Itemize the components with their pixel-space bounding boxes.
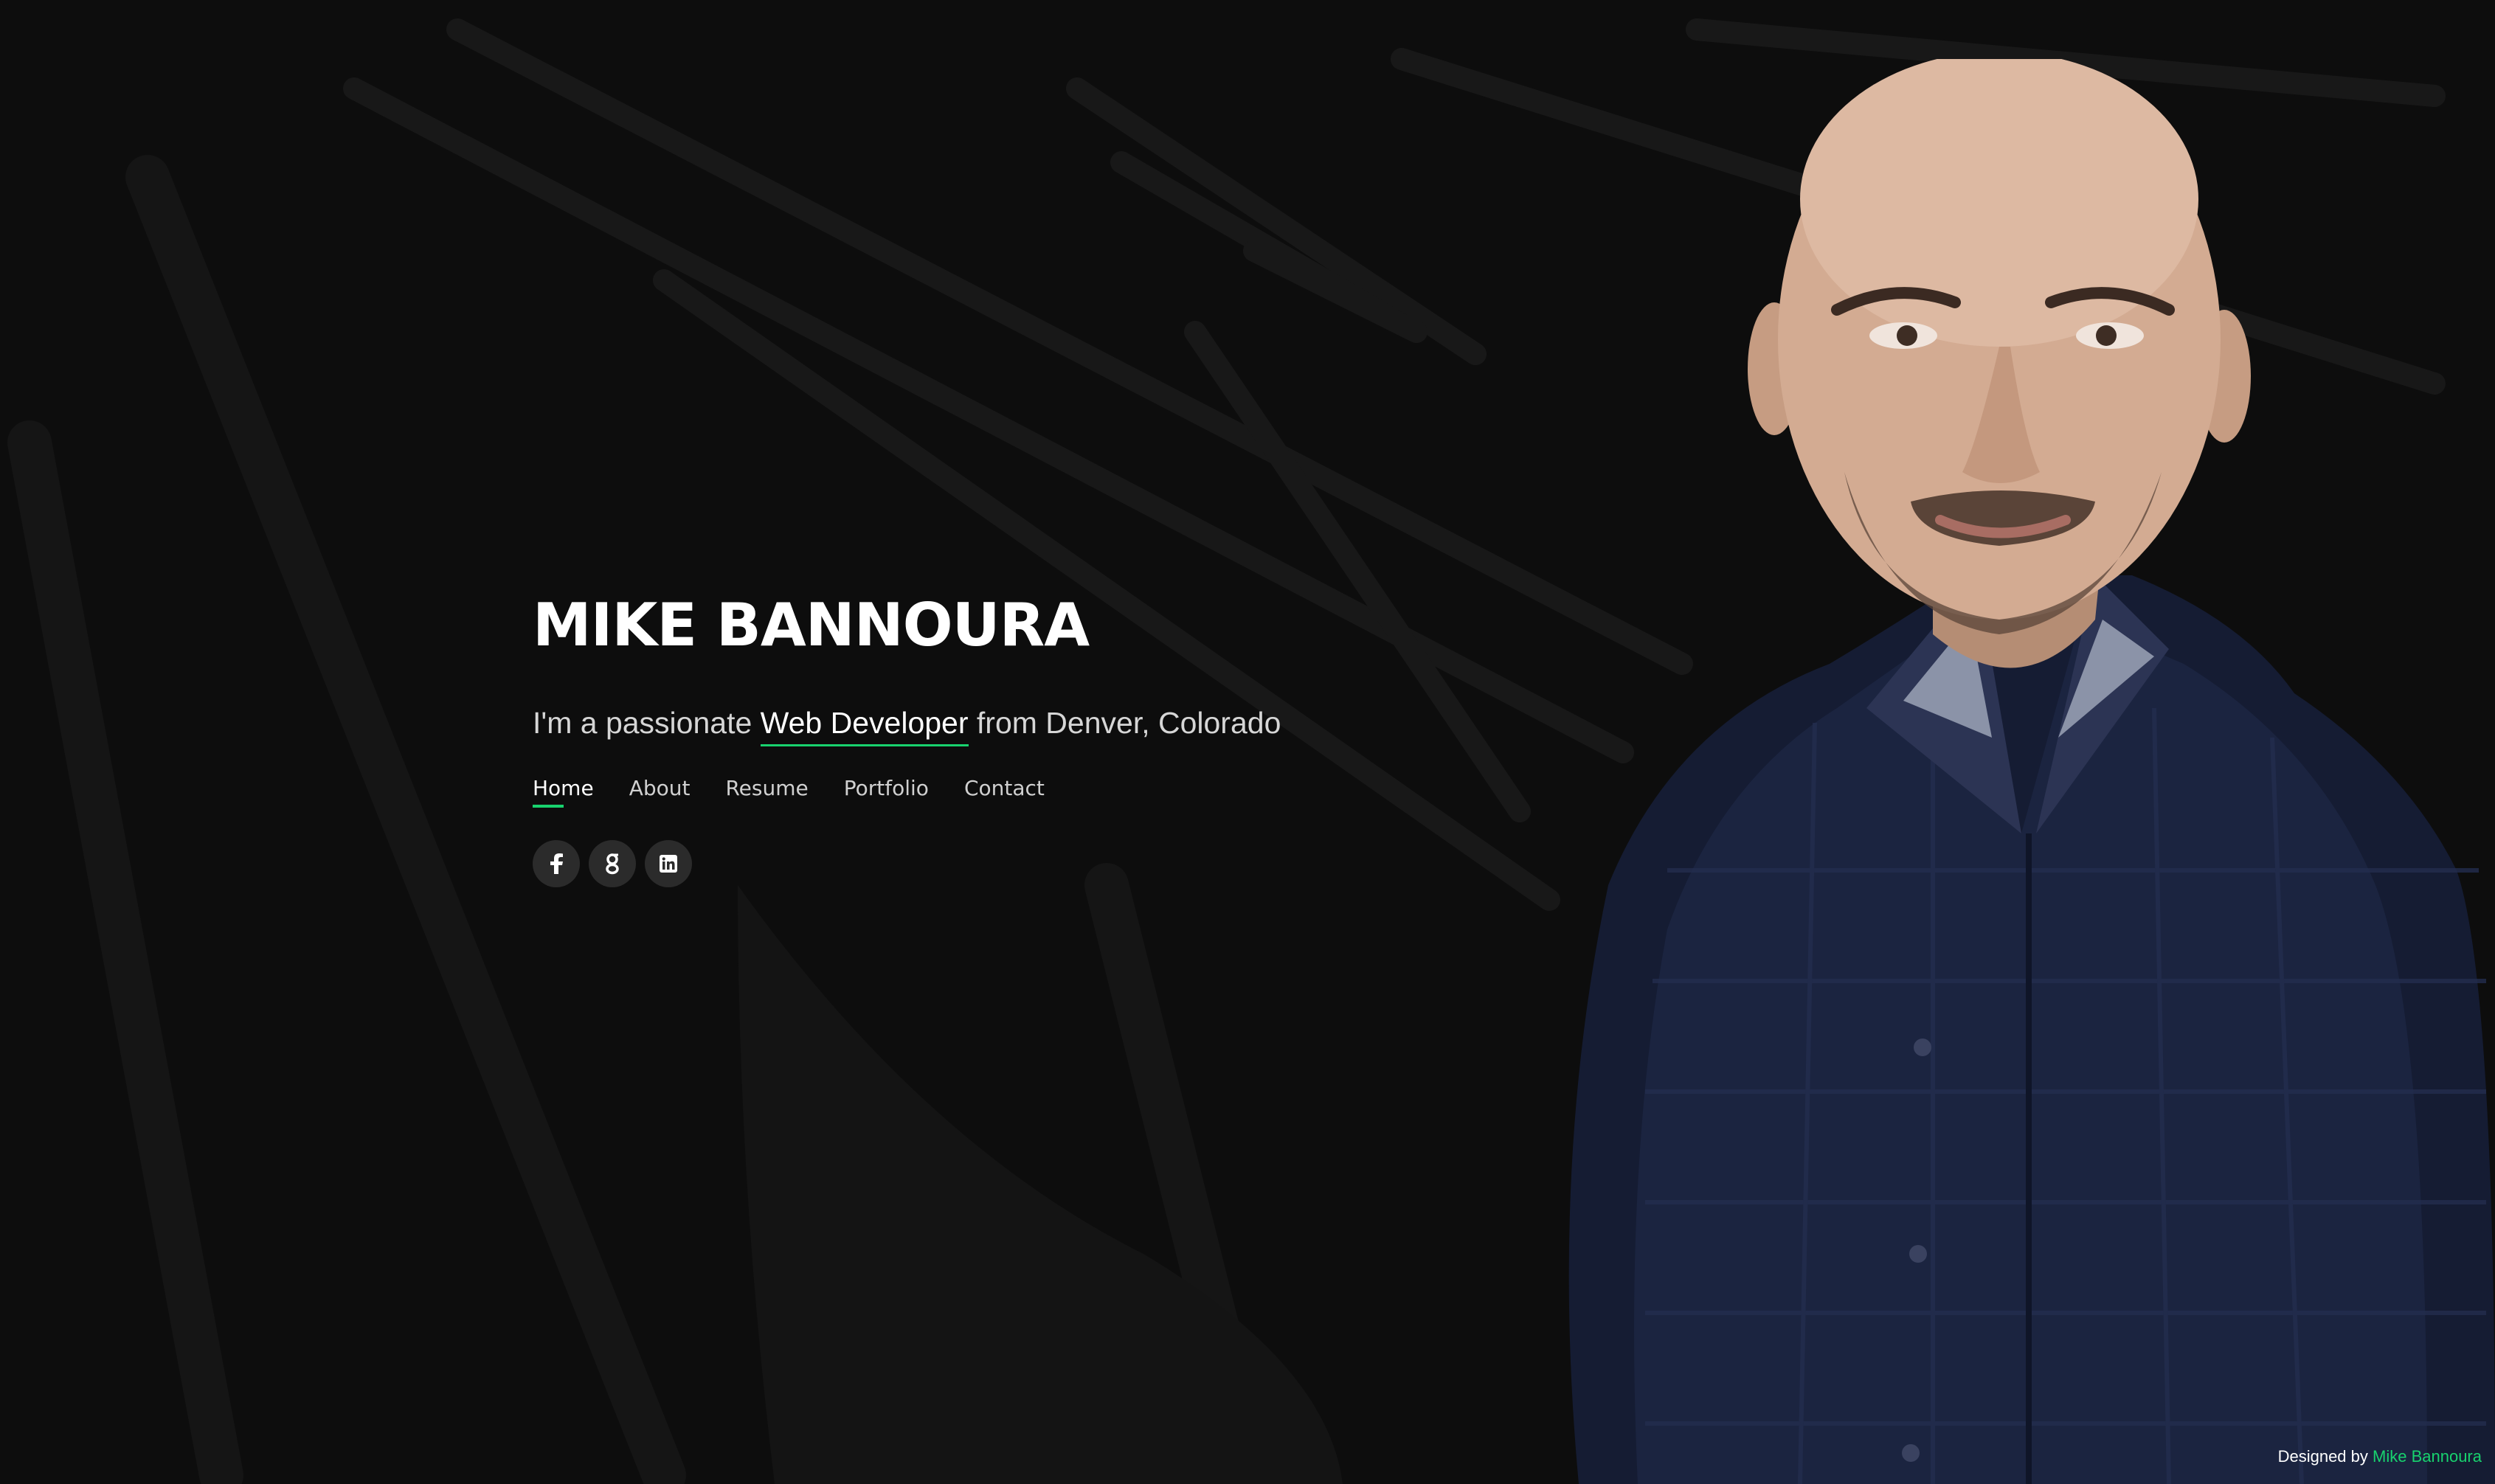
nav-home[interactable]: Home [533,776,594,808]
tagline-prefix: I'm a passionate [533,706,761,740]
facebook-icon [550,853,563,875]
nav-contact[interactable]: Contact [964,776,1045,808]
footer-credit: Designed by Mike Bannoura [2278,1447,2482,1466]
page: MIKE BANNOURA I'm a passionate Web Devel… [0,0,2495,1484]
main-nav: Home About Resume Portfolio Contact [533,776,1492,808]
tagline-role: Web Developer [760,705,969,747]
profile-photo [1568,59,2495,1484]
nav-about[interactable]: About [629,776,691,808]
social-links [533,840,1492,888]
nav-portfolio[interactable]: Portfolio [844,776,929,808]
hero-section: MIKE BANNOURA I'm a passionate Web Devel… [533,591,1492,888]
google-plus-icon [606,853,619,875]
tagline-suffix: from Denver, Colorado [968,706,1281,740]
hero-name: MIKE BANNOURA [533,591,1090,659]
credit-prefix: Designed by [2277,1447,2373,1466]
linkedin-icon [660,855,677,873]
facebook-button[interactable] [533,840,580,888]
google-plus-button[interactable] [589,840,636,888]
linkedin-button[interactable] [645,840,692,888]
hero-tagline: I'm a passionate Web Developer from Denv… [533,705,1492,747]
nav-resume[interactable]: Resume [725,776,808,808]
credit-author-link[interactable]: Mike Bannoura [2373,1447,2482,1466]
